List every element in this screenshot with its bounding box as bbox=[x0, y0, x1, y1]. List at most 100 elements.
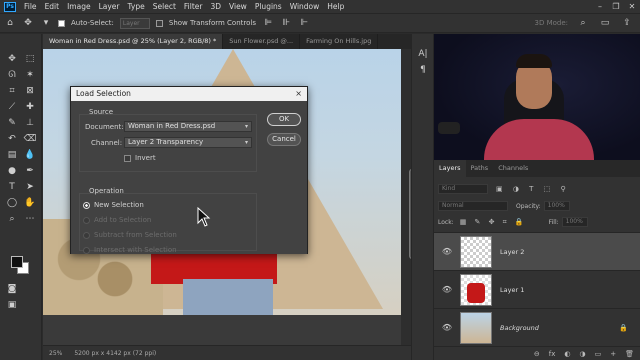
dodge-tool-icon[interactable]: ● bbox=[5, 164, 19, 178]
mask-icon[interactable]: ◐ bbox=[564, 350, 570, 358]
eraser-icon[interactable]: ⌫ bbox=[23, 132, 37, 146]
vertical-scrollbar[interactable] bbox=[401, 49, 411, 345]
move-tool-icon[interactable]: ✥ bbox=[22, 17, 34, 29]
new-layer-icon[interactable]: + bbox=[610, 350, 616, 358]
menu-select[interactable]: Select bbox=[149, 2, 180, 11]
ellipse-tool-icon[interactable]: ◯ bbox=[5, 196, 19, 210]
zoom-level[interactable]: 25% bbox=[49, 350, 62, 357]
auto-select-checkbox[interactable] bbox=[58, 19, 65, 27]
workspace-icon[interactable]: ▭ bbox=[598, 16, 612, 30]
blur-tool-icon[interactable]: 💧 bbox=[23, 148, 37, 162]
path-select-icon[interactable]: ➤ bbox=[23, 180, 37, 194]
filter-icons[interactable]: ▣ ◑ T ⬚ ⚲ bbox=[496, 185, 570, 193]
search-icon[interactable]: ⌕ bbox=[576, 16, 590, 30]
eye-icon[interactable]: 👁 bbox=[440, 323, 454, 332]
tab-layers[interactable]: Layers bbox=[434, 160, 466, 177]
add-to-selection-radio[interactable] bbox=[83, 217, 90, 224]
healing-brush-icon[interactable]: ✚ bbox=[23, 100, 37, 114]
layer-row-layer-1[interactable]: 👁 Layer 1 bbox=[434, 270, 640, 308]
menu-window[interactable]: Window bbox=[286, 2, 324, 11]
eye-icon[interactable]: 👁 bbox=[440, 247, 454, 256]
paragraph-panel-icon[interactable]: ¶ bbox=[417, 64, 429, 76]
share-icon[interactable]: ⇪ bbox=[620, 16, 634, 30]
move-tool-icon[interactable]: ✥ bbox=[5, 52, 19, 66]
tab-farming-on-hills[interactable]: Farming On Hills.jpg bbox=[300, 34, 379, 49]
document-dropdown[interactable]: Woman in Red Dress.psd ▾ bbox=[124, 121, 252, 132]
layer-row-background[interactable]: 👁 Background 🔒 bbox=[434, 308, 640, 346]
pen-tool-icon[interactable]: ✒ bbox=[23, 164, 37, 178]
menu-edit[interactable]: Edit bbox=[41, 2, 64, 11]
layer-row-layer-2[interactable]: 👁 Layer 2 bbox=[434, 232, 640, 270]
document-value: Woman in Red Dress.psd bbox=[128, 122, 216, 130]
cancel-button[interactable]: Cancel bbox=[267, 133, 301, 146]
fill-input[interactable]: 100% bbox=[561, 217, 588, 227]
photoshop-logo: Ps bbox=[4, 1, 16, 12]
menu-type[interactable]: Type bbox=[124, 2, 149, 11]
new-selection-radio[interactable] bbox=[83, 202, 90, 209]
tab-sun-flower[interactable]: Sun Flower.psd @... bbox=[223, 34, 301, 49]
tab-paths[interactable]: Paths bbox=[466, 160, 494, 177]
crop-tool-icon[interactable]: ⌗ bbox=[5, 84, 19, 98]
invert-checkbox[interactable] bbox=[124, 155, 131, 162]
lock-label: Lock: bbox=[438, 218, 454, 226]
menu-view[interactable]: View bbox=[225, 2, 251, 11]
quick-mask-icon[interactable]: ◙ bbox=[5, 282, 19, 296]
presenter-shirt bbox=[484, 119, 594, 160]
channel-dropdown[interactable]: Layer 2 Transparency ▾ bbox=[124, 137, 252, 148]
history-brush-icon[interactable]: ↶ bbox=[5, 132, 19, 146]
close-icon[interactable]: × bbox=[295, 87, 302, 101]
hand-tool-icon[interactable]: ✋ bbox=[23, 196, 37, 210]
ok-button[interactable]: OK bbox=[267, 113, 301, 126]
auto-select-dropdown[interactable]: Layer bbox=[119, 17, 150, 29]
eye-icon[interactable]: 👁 bbox=[440, 285, 454, 294]
foreground-color-swatch[interactable] bbox=[11, 256, 23, 268]
trash-icon[interactable]: 🗑 bbox=[625, 350, 634, 358]
layer-name: Layer 2 bbox=[500, 247, 525, 256]
menu-3d[interactable]: 3D bbox=[206, 2, 225, 11]
align-right-icon[interactable]: ⊩ bbox=[298, 17, 310, 29]
kind-filter[interactable]: Kind bbox=[438, 184, 488, 194]
character-panel-icon[interactable]: A| bbox=[417, 48, 429, 60]
tab-channels[interactable]: Channels bbox=[493, 160, 533, 177]
type-tool-icon[interactable]: T bbox=[5, 180, 19, 194]
opacity-input[interactable]: 100% bbox=[543, 201, 570, 211]
close-window-button[interactable]: ✕ bbox=[624, 0, 640, 13]
lasso-tool-icon[interactable]: ᘏ bbox=[5, 68, 19, 82]
intersect-with-selection-radio[interactable] bbox=[83, 247, 90, 254]
adjustment-icon[interactable]: ◑ bbox=[580, 350, 586, 358]
subtract-from-selection-radio[interactable] bbox=[83, 232, 90, 239]
frame-tool-icon[interactable]: ⊠ bbox=[23, 84, 37, 98]
stamp-tool-icon[interactable]: ⊥ bbox=[23, 116, 37, 130]
blend-mode-dropdown[interactable]: Normal bbox=[438, 201, 508, 211]
zoom-tool-icon[interactable]: ⌕ bbox=[5, 212, 19, 226]
gradient-tool-icon[interactable]: ▤ bbox=[5, 148, 19, 162]
link-icon[interactable]: ⊖ bbox=[534, 350, 540, 358]
folder-icon[interactable]: ▭ bbox=[595, 350, 602, 358]
menu-image[interactable]: Image bbox=[63, 2, 95, 11]
brush-tool-icon[interactable]: ✎ bbox=[5, 116, 19, 130]
restore-button[interactable]: ❐ bbox=[608, 0, 624, 13]
menu-plugins[interactable]: Plugins bbox=[251, 2, 286, 11]
fx-icon[interactable]: fx bbox=[549, 350, 556, 358]
menu-help[interactable]: Help bbox=[323, 2, 348, 11]
document-dimensions: 5200 px x 4142 px (72 ppi) bbox=[74, 349, 157, 357]
fill-label: Fill: bbox=[548, 218, 559, 226]
chevron-down-icon[interactable]: ▾ bbox=[40, 17, 52, 29]
lock-icon: 🔒 bbox=[619, 323, 628, 332]
menu-layer[interactable]: Layer bbox=[95, 2, 124, 11]
menu-filter[interactable]: Filter bbox=[180, 2, 207, 11]
tab-woman-in-red-dress[interactable]: Woman in Red Dress.psd @ 25% (Layer 2, R… bbox=[43, 34, 224, 49]
menu-file[interactable]: File bbox=[20, 2, 41, 11]
lock-icons[interactable]: ▦ ✎ ✥ ⌗ 🔒 bbox=[460, 218, 527, 227]
magic-wand-icon[interactable]: ✶ bbox=[23, 68, 37, 82]
layers-panel-footer: ⊖ fx ◐ ◑ ▭ + 🗑 bbox=[434, 346, 640, 360]
screen-mode-icon[interactable]: ▣ bbox=[5, 298, 19, 312]
align-center-icon[interactable]: ⊪ bbox=[280, 17, 292, 29]
show-transform-checkbox[interactable] bbox=[155, 19, 163, 27]
marquee-tool-icon[interactable]: ⬚ bbox=[23, 52, 37, 66]
minimize-button[interactable]: – bbox=[592, 0, 608, 13]
more-tools-icon[interactable]: ⋯ bbox=[23, 212, 37, 226]
eyedropper-icon[interactable]: ⟋ bbox=[5, 100, 19, 114]
home-icon[interactable]: ⌂ bbox=[4, 17, 16, 29]
align-left-icon[interactable]: ⊫ bbox=[262, 17, 274, 29]
